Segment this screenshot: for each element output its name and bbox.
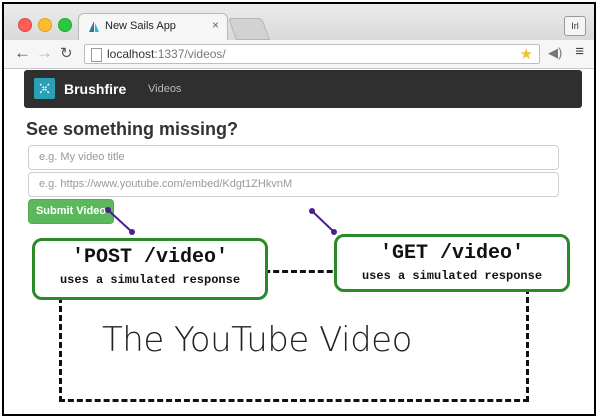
post-callout-title: 'POST /video' bbox=[71, 246, 229, 269]
post-connector-line bbox=[107, 209, 133, 233]
post-video-callout: 'POST /video' uses a simulated response bbox=[32, 238, 268, 300]
get-callout-title: 'GET /video' bbox=[379, 242, 525, 265]
post-callout-subtitle: uses a simulated response bbox=[59, 273, 241, 287]
post-connector-end-dot bbox=[129, 229, 135, 235]
get-connector-line bbox=[311, 210, 335, 233]
get-connector-dot bbox=[309, 208, 315, 214]
browser-window: New Sails App × Irl ← → ↻ localhost:1337… bbox=[2, 2, 596, 416]
get-callout-subtitle: uses a simulated response bbox=[361, 269, 543, 283]
callout-connectors bbox=[105, 207, 337, 235]
get-connector-end-dot bbox=[331, 229, 337, 235]
get-video-callout: 'GET /video' uses a simulated response bbox=[334, 234, 570, 292]
post-connector-dot bbox=[105, 207, 111, 213]
